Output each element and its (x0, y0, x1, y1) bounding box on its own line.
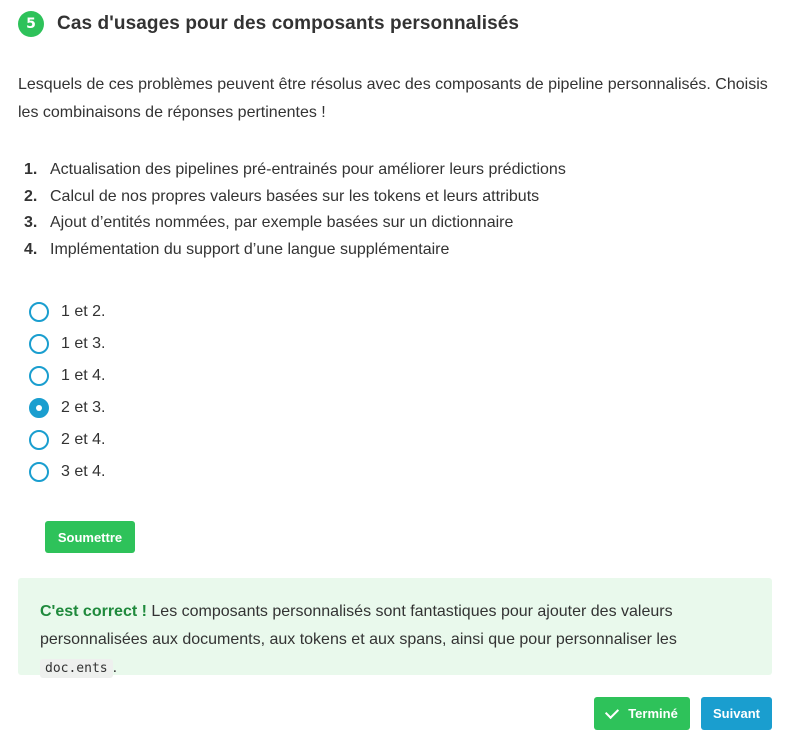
list-item: 1. Actualisation des pipelines pré-entrai… (24, 157, 566, 184)
answer-label: 3 et 4. (61, 463, 106, 480)
radio-button[interactable] (29, 398, 49, 418)
radio-button[interactable] (29, 430, 49, 450)
answer-option[interactable]: 2 et 3. (29, 392, 105, 424)
radio-button[interactable] (29, 462, 49, 482)
list-item: 4. Implémentation du support d’une langue… (24, 237, 566, 264)
radio-button[interactable] (29, 366, 49, 386)
answer-option[interactable]: 1 et 2. (29, 296, 105, 328)
inline-code: doc.ents (40, 659, 113, 678)
list-text: Calcul de nos propres valeurs basées sur… (50, 187, 540, 205)
question-text: Lesquels de ces problèmes peuvent être r… (18, 76, 768, 121)
list-text: Implémentation du support d’une langue s… (50, 240, 450, 258)
answer-label: 1 et 3. (61, 335, 106, 352)
answer-option[interactable]: 1 et 3. (29, 328, 105, 360)
feedback-status: C'est correct ! (40, 603, 147, 620)
exercise-header: 5 Cas d'usages pour des composants perso… (18, 10, 519, 38)
radio-button[interactable] (29, 302, 49, 322)
answer-choices: 1 et 2. 1 et 3. 1 et 4. 2 et 3. 2 et 4. … (29, 296, 105, 488)
list-number: 3. (24, 214, 38, 232)
answer-label: 1 et 4. (61, 367, 106, 384)
answer-option[interactable]: 1 et 4. (29, 360, 105, 392)
list-number: 2. (24, 187, 38, 205)
done-button[interactable]: Terminé (594, 697, 690, 730)
answer-label: 2 et 4. (61, 431, 106, 448)
list-text: Actualisation des pipelines pré-entrainé… (50, 161, 566, 179)
check-icon (605, 704, 620, 720)
submit-button[interactable]: Soumettre (45, 521, 135, 553)
exercise-title: Cas d'usages pour des composants personn… (57, 13, 520, 34)
done-label: Terminé (628, 706, 678, 721)
list-text: Ajout d’entités nommées, par exemple bas… (50, 214, 514, 232)
list-number: 4. (24, 240, 38, 258)
problem-list: 1. Actualisation des pipelines pré-entrai… (24, 157, 566, 263)
next-label: Suivant (713, 706, 760, 721)
step-number-badge: 5 (18, 11, 44, 37)
answer-label: 2 et 3. (61, 399, 106, 416)
answer-label: 1 et 2. (61, 303, 106, 320)
feedback-box: C'est correct ! Les composants personnal… (18, 578, 772, 678)
list-item: 2. Calcul de nos propres valeurs basées s… (24, 184, 566, 211)
feedback-end: . (112, 659, 118, 676)
radio-button[interactable] (29, 334, 49, 354)
answer-option[interactable]: 2 et 4. (29, 424, 105, 456)
list-item: 3. Ajout d’entités nommées, par exemple b… (24, 210, 566, 237)
next-button[interactable]: Suivant (701, 697, 772, 730)
list-number: 1. (24, 161, 38, 179)
answer-option[interactable]: 3 et 4. (29, 456, 105, 488)
